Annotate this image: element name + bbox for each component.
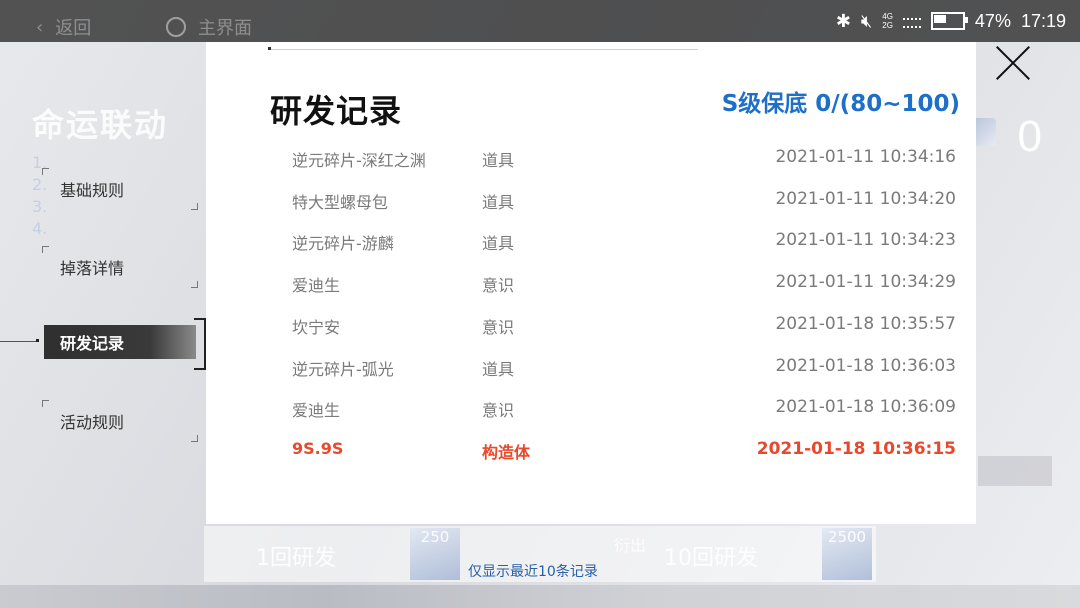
network-bottom: 2G [882,21,893,30]
record-name: 特大型螺母包 [292,192,389,212]
record-name: 9S.9S [292,438,344,458]
table-row: 逆元碎片-弧光 道具 2021-01-18 10:36:03 [292,356,958,380]
ten-pull-button[interactable]: 10回研发 [664,540,758,572]
single-pull-cost: 250 [410,528,460,580]
tab-label: 基础规则 [60,181,125,200]
record-type: 道具 [482,359,515,379]
network-top: 4G [882,12,893,21]
table-row: 坎宁安 意识 2021-01-18 10:35:57 [292,314,958,338]
network-type: 4G 2G [882,12,893,30]
table-row: 逆元碎片-深红之渊 道具 2021-01-11 10:34:16 [292,147,958,171]
clock: 17:19 [1020,10,1066,31]
back-label: 返回 [55,18,92,39]
corner-decoration [191,203,198,210]
record-type: 道具 [482,192,515,212]
record-time: 2021-01-11 10:34:16 [775,147,956,167]
background-stripe [978,456,1052,486]
status-icons: ✱ 🔇︎ 4G 2G 47% 17:19 [836,8,1066,34]
tab-marker-line [0,341,36,342]
corner-decoration [191,281,198,288]
chevron-left-icon: ‹ [36,16,44,38]
panel-top-dot [268,47,271,50]
panel-top-line [270,49,698,50]
record-name: 逆元碎片-弧光 [292,359,394,379]
bluetooth-icon: ✱ [835,10,851,31]
corner-decoration [42,246,49,253]
currency-counter: 0 [1017,112,1042,161]
page-title: 研发记录 [270,92,403,130]
ten-pull-cost: 2500 [822,528,872,580]
table-row: 爱迪生 意识 2021-01-11 10:34:29 [292,272,958,296]
pull-mid-text: 衍出 [614,536,647,555]
record-type: 意识 [482,276,515,296]
tab-label: 活动规则 [60,413,125,432]
tab-dev-records[interactable]: 研发记录 [44,325,196,359]
record-time: 2021-01-18 10:36:09 [775,397,956,418]
single-pull-button[interactable]: 1回研发 [256,540,336,572]
record-time: 2021-01-11 10:34:29 [775,272,956,293]
record-time: 2021-01-18 10:36:03 [775,355,956,376]
table-row: 逆元碎片-游麟 道具 2021-01-11 10:34:23 [292,230,958,254]
battery-percent: 47% [974,10,1011,31]
battery-fill [933,15,946,23]
record-name: 爱迪生 [292,401,341,421]
tab-marker-dot [36,339,39,342]
home-label: 主界面 [198,18,252,39]
table-row: 9S.9S 构造体 2021-01-18 10:36:15 [292,439,958,463]
record-type: 意识 [482,401,515,421]
record-time: 2021-01-11 10:34:20 [775,188,956,209]
record-name: 逆元碎片-深红之渊 [292,151,426,170]
tab-label: 掉落详情 [60,259,125,278]
status-bar: ‹ 返回 主界面 ✱ 🔇︎ 4G 2G 47% 17:19 [0,0,1080,42]
record-time: 2021-01-18 10:36:15 [756,438,956,459]
record-type: 构造体 [482,442,531,462]
tab-label: 研发记录 [60,334,125,353]
corner-decoration [191,435,198,442]
record-type: 道具 [482,234,515,254]
record-name: 逆元碎片-游麟 [292,234,394,254]
record-name: 坎宁安 [292,317,341,337]
record-type: 道具 [482,151,515,170]
tab-event-rules[interactable]: 活动规则 [42,400,198,442]
back-button[interactable]: ‹ 返回 [36,14,91,40]
active-tab-bracket [194,318,206,370]
record-time: 2021-01-11 10:34:23 [775,230,956,251]
corner-decoration [42,168,49,175]
record-name: 爱迪生 [292,276,341,296]
corner-decoration [42,400,49,407]
table-row: 特大型螺母包 道具 2021-01-11 10:34:20 [292,189,958,213]
tab-drop-details[interactable]: 掉落详情 [42,246,198,288]
home-button[interactable]: 主界面 [166,14,252,40]
signal-icon [902,14,921,28]
tab-basic-rules[interactable]: 基础规则 [42,168,198,210]
mute-icon: 🔇︎ [860,10,873,31]
battery-icon [930,12,968,30]
pity-counter: S级保底 0/(80~100) [721,91,960,117]
close-icon[interactable] [992,42,1034,84]
home-ring-icon [166,17,186,37]
records-footnote: 仅显示最近10条记录 [468,564,598,580]
record-time: 2021-01-18 10:35:57 [775,313,956,334]
background-band [0,585,1080,608]
event-title-background: 命运联动 [32,106,169,144]
record-type: 意识 [482,317,515,337]
table-row: 爱迪生 意识 2021-01-18 10:36:09 [292,397,958,421]
bg-line: 4. [32,219,48,238]
